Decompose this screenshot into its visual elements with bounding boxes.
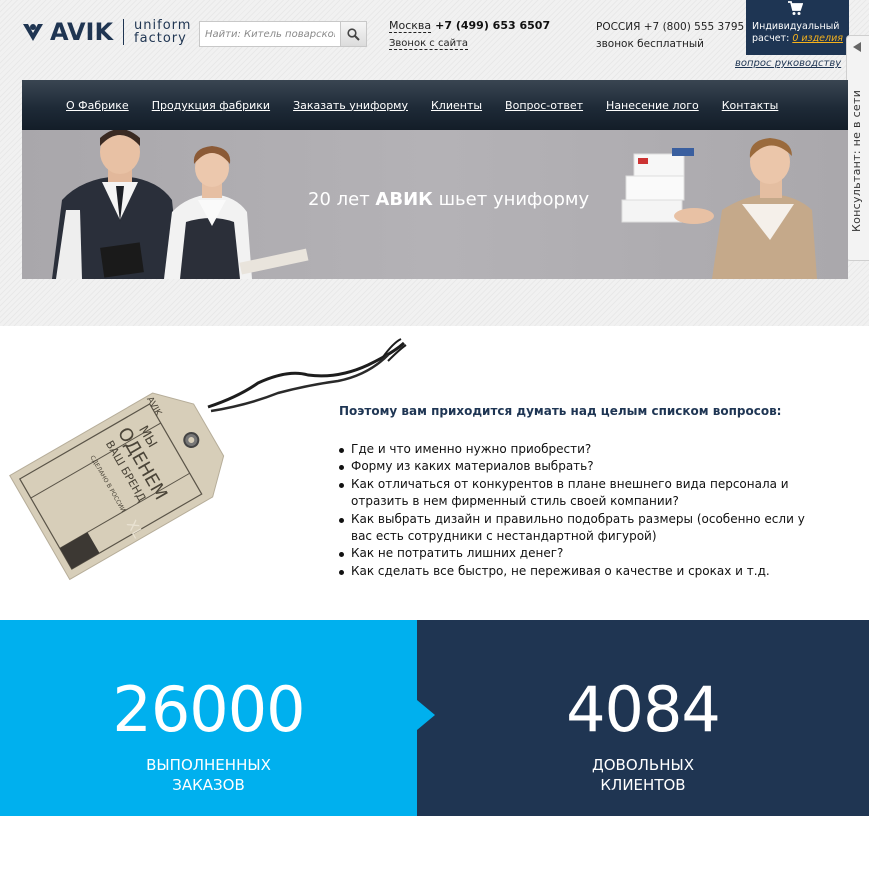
panel-arrow-notch <box>417 700 435 730</box>
waitress-woman-figure <box>164 146 309 279</box>
nav-item-logo-printing[interactable]: Нанесение лого <box>606 99 699 112</box>
cart-icon <box>788 1 803 15</box>
list-item: Где и что именно нужно приобрести? <box>339 441 829 458</box>
consultant-tab[interactable]: Консультант: не в сети <box>846 35 869 261</box>
nav-item-about[interactable]: О Фабрике <box>66 99 129 112</box>
banner-text-brand: АВИК <box>375 189 433 210</box>
site-logo[interactable]: AVIK uniform factory <box>22 18 191 46</box>
list-item: Форму из каких материалов выбрать? <box>339 458 829 475</box>
search-input[interactable] <box>200 22 341 46</box>
city-selector[interactable]: Москва <box>389 19 432 33</box>
logo-sub-line2: factory <box>134 31 187 46</box>
staff-woman-boxes-figure <box>621 138 817 279</box>
orders-count: 26000 <box>112 673 305 746</box>
nav-item-clients[interactable]: Клиенты <box>431 99 482 112</box>
nav-item-products[interactable]: Продукция фабрики <box>152 99 270 112</box>
banner-text-post: шьет униформу <box>432 189 590 210</box>
clients-count: 4084 <box>566 673 721 746</box>
banner-headline: 20 лет АВИК шьет униформу <box>308 189 589 210</box>
list-item: Как выбрать дизайн и правильно подобрать… <box>339 511 829 546</box>
banner-text-pre: 20 лет <box>308 189 376 210</box>
clients-stat-panel: 4084 ДОВОЛЬНЫХ КЛИЕНТОВ <box>417 620 869 816</box>
cart-widget[interactable]: Индивидуальный расчет: 0 изделия <box>746 0 849 55</box>
search-icon <box>347 27 360 41</box>
collapse-arrow-icon <box>853 42 861 52</box>
search-button[interactable] <box>340 22 366 46</box>
russia-phone[interactable]: РОССИЯ +7 (800) 555 3795 <box>596 19 744 36</box>
main-navigation: О Фабрике Продукция фабрики Заказать уни… <box>22 80 848 130</box>
russia-contact: РОССИЯ +7 (800) 555 3795 звонок бесплатн… <box>596 19 744 53</box>
orders-label-line2: ЗАКАЗОВ <box>172 776 245 794</box>
orders-label: ВЫПОЛНЕННЫХ ЗАКАЗОВ <box>0 755 417 795</box>
nav-item-contacts[interactable]: Контакты <box>722 99 779 112</box>
questions-list: Где и что именно нужно приобрести? Форму… <box>339 441 829 580</box>
search-box <box>199 21 367 47</box>
moscow-phone[interactable]: +7 (499) 653 6507 <box>435 19 550 32</box>
callback-link[interactable]: Звонок с сайта <box>389 38 469 50</box>
manager-question-link[interactable]: вопрос руководству <box>735 58 841 69</box>
nav-item-faq[interactable]: Вопрос-ответ <box>505 99 583 112</box>
list-item: Как сделать все быстро, не переживая о к… <box>339 563 829 580</box>
nav-item-order[interactable]: Заказать униформу <box>293 99 408 112</box>
logo-wordmark: AVIK <box>50 18 114 46</box>
free-call-note: звонок бесплатный <box>596 38 704 50</box>
logo-subtitle: uniform factory <box>134 19 191 45</box>
avik-logo-icon <box>23 24 43 41</box>
clients-label: ДОВОЛЬНЫХ КЛИЕНТОВ <box>417 755 869 795</box>
questions-title: Поэтому вам приходится думать над целым … <box>339 404 782 418</box>
clients-label-line1: ДОВОЛЬНЫХ <box>592 756 694 774</box>
clients-label-line2: КЛИЕНТОВ <box>600 776 686 794</box>
orders-label-line1: ВЫПОЛНЕННЫХ <box>146 756 271 774</box>
orders-stat-panel: 26000 ВЫПОЛНЕННЫХ ЗАКАЗОВ <box>0 620 417 816</box>
list-item: Как отличаться от конкурентов в плане вн… <box>339 476 829 511</box>
list-item: Как не потратить лишних денег? <box>339 545 829 562</box>
hero-banner[interactable]: 20 лет АВИК шьет униформу <box>22 130 848 279</box>
cart-calc-label: расчет: <box>752 33 790 44</box>
waiter-man-figure <box>52 130 180 279</box>
logo-divider <box>123 19 125 45</box>
cart-label-line1: Индивидуальный <box>752 21 840 32</box>
moscow-contact: Москва +7 (499) 653 6507 Звонок с сайта <box>389 17 550 52</box>
consultant-status: Консультант: не в сети <box>850 89 863 232</box>
cart-label-line2: расчет: 0 изделия <box>752 33 849 45</box>
cart-count-link[interactable]: 0 изделия <box>792 33 843 44</box>
